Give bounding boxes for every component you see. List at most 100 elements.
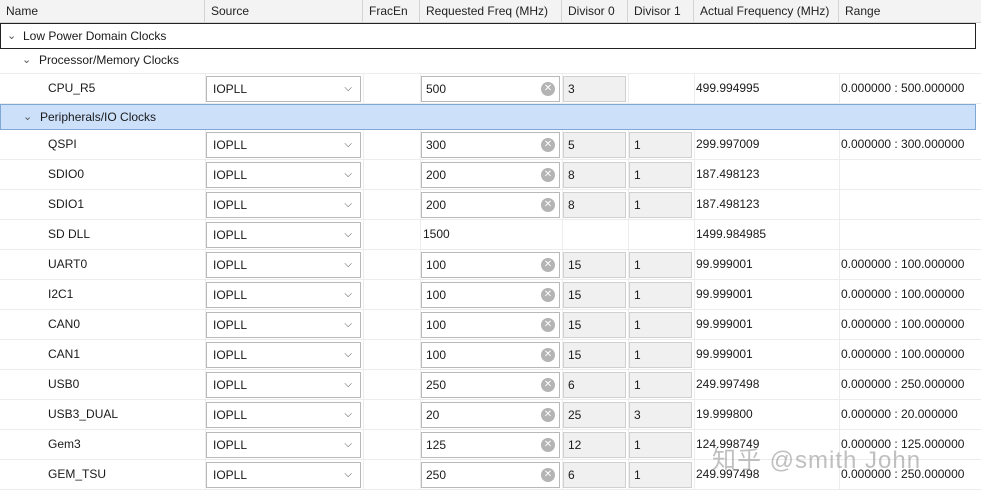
column-header-range[interactable]: Range <box>839 0 981 22</box>
requested-freq-value: 200 <box>426 168 447 182</box>
chevron-down-icon[interactable]: ⌵ <box>344 343 352 367</box>
source-select[interactable]: IOPLL ⌵ <box>206 252 361 278</box>
clear-icon[interactable]: ✕ <box>541 438 555 452</box>
chevron-down-icon[interactable]: ⌵ <box>344 223 352 247</box>
clock-name: SDIO0 <box>48 167 85 181</box>
divisor0-field: 15 <box>563 342 626 368</box>
requested-freq-value: 500 <box>426 82 447 96</box>
chevron-down-icon[interactable]: ⌵ <box>344 133 352 157</box>
column-header-source[interactable]: Source <box>205 0 363 22</box>
actual-frequency: 99.999001 <box>696 317 753 331</box>
source-select[interactable]: IOPLL ⌵ <box>206 282 361 308</box>
column-divider <box>363 280 364 309</box>
requested-freq-input[interactable]: 20 ✕ <box>421 402 560 428</box>
divisor0-field: 3 <box>563 76 626 102</box>
source-value: IOPLL <box>213 378 248 392</box>
clear-icon[interactable]: ✕ <box>541 288 555 302</box>
requested-freq-input[interactable]: 200 ✕ <box>421 192 560 218</box>
divisor0-value: 15 <box>568 318 582 332</box>
requested-freq-value: 20 <box>426 408 440 422</box>
clear-icon[interactable]: ✕ <box>541 348 555 362</box>
source-select[interactable]: IOPLL ⌵ <box>206 432 361 458</box>
source-select[interactable]: IOPLL ⌵ <box>206 132 361 158</box>
table-row[interactable]: SDIO1 IOPLL ⌵ 200 ✕ 8 1 187.498123 <box>0 190 981 220</box>
source-select[interactable]: IOPLL ⌵ <box>206 372 361 398</box>
column-header-name[interactable]: Name <box>0 0 205 22</box>
table-row[interactable]: CAN1 IOPLL ⌵ 100 ✕ 15 1 99.999001 0.000000 : 100… <box>0 340 981 370</box>
source-select[interactable]: IOPLL ⌵ <box>206 162 361 188</box>
source-value: IOPLL <box>213 258 248 272</box>
group-row-peripherals-io[interactable]: ⌄ Peripherals/IO Clocks <box>0 104 976 130</box>
source-select[interactable]: IOPLL ⌵ <box>206 192 361 218</box>
table-row[interactable]: I2C1 IOPLL ⌵ 100 ✕ 15 1 99.999001 0.000000 : 100… <box>0 280 981 310</box>
chevron-down-icon[interactable]: ⌄ <box>23 105 32 129</box>
requested-freq-value: 125 <box>426 438 447 452</box>
column-header-requested-freq[interactable]: Requested Freq (MHz) <box>420 0 562 22</box>
chevron-down-icon[interactable]: ⌵ <box>344 463 352 487</box>
range-value: 0.000000 : 100.000000 <box>841 257 965 271</box>
column-header-actual-freq[interactable]: Actual Frequency (MHz) <box>694 0 839 22</box>
source-select[interactable]: IOPLL ⌵ <box>206 462 361 488</box>
chevron-down-icon[interactable]: ⌵ <box>344 373 352 397</box>
source-select[interactable]: IOPLL ⌵ <box>206 402 361 428</box>
clear-icon[interactable]: ✕ <box>541 138 555 152</box>
source-select[interactable]: IOPLL ⌵ <box>206 76 361 102</box>
table-row[interactable]: CAN0 IOPLL ⌵ 100 ✕ 15 1 99.999001 0.000000 : 100… <box>0 310 981 340</box>
requested-freq-input[interactable]: 100 ✕ <box>421 312 560 338</box>
clear-icon[interactable]: ✕ <box>541 168 555 182</box>
range-value: 0.000000 : 100.000000 <box>841 317 965 331</box>
chevron-down-icon[interactable]: ⌵ <box>344 403 352 427</box>
requested-freq-input[interactable]: 250 ✕ <box>421 462 560 488</box>
source-select[interactable]: IOPLL ⌵ <box>206 312 361 338</box>
chevron-down-icon[interactable]: ⌄ <box>7 24 16 48</box>
requested-freq-input[interactable]: 300 ✕ <box>421 132 560 158</box>
chevron-down-icon[interactable]: ⌵ <box>344 77 352 101</box>
requested-freq-input[interactable]: 250 ✕ <box>421 372 560 398</box>
column-header-divisor1[interactable]: Divisor 1 <box>628 0 694 22</box>
column-header-divisor0[interactable]: Divisor 0 <box>562 0 628 22</box>
table-row[interactable]: UART0 IOPLL ⌵ 100 ✕ 15 1 99.999001 0.000000 : 10… <box>0 250 981 280</box>
requested-freq-input[interactable]: 125 ✕ <box>421 432 560 458</box>
clear-icon[interactable]: ✕ <box>541 258 555 272</box>
divisor0-field: 6 <box>563 372 626 398</box>
chevron-down-icon[interactable]: ⌵ <box>344 193 352 217</box>
group-row-low-power[interactable]: ⌄ Low Power Domain Clocks <box>0 23 976 49</box>
requested-freq-value: 1500 <box>423 227 450 241</box>
clear-icon[interactable]: ✕ <box>541 318 555 332</box>
requested-freq-input[interactable]: 500 ✕ <box>421 76 560 102</box>
column-divider <box>839 370 840 399</box>
requested-freq-input[interactable]: 100 ✕ <box>421 282 560 308</box>
source-select[interactable]: IOPLL ⌵ <box>206 342 361 368</box>
chevron-down-icon[interactable]: ⌵ <box>344 313 352 337</box>
source-select[interactable]: IOPLL ⌵ <box>206 222 361 248</box>
clock-name: CPU_R5 <box>48 81 96 95</box>
table-row[interactable]: SD DLL IOPLL ⌵ 1500 1499.984985 <box>0 220 981 250</box>
requested-freq-input[interactable]: 200 ✕ <box>421 162 560 188</box>
table-row[interactable]: USB0 IOPLL ⌵ 250 ✕ 6 1 249.997498 0.000000 : 250… <box>0 370 981 400</box>
column-header-fracen[interactable]: FracEn <box>363 0 420 22</box>
range-value: 0.000000 : 500.000000 <box>841 81 965 95</box>
clear-icon[interactable]: ✕ <box>541 408 555 422</box>
column-divider <box>363 250 364 279</box>
requested-freq-input[interactable]: 100 ✕ <box>421 252 560 278</box>
clear-icon[interactable]: ✕ <box>541 82 555 96</box>
requested-freq-input[interactable]: 100 ✕ <box>421 342 560 368</box>
table-row[interactable]: QSPI IOPLL ⌵ 300 ✕ 5 1 299.997009 0.000000 : 300… <box>0 130 981 160</box>
table-row[interactable]: USB3_DUAL IOPLL ⌵ 20 ✕ 25 3 19.999800 0.000000 :… <box>0 400 981 430</box>
chevron-down-icon[interactable]: ⌵ <box>344 163 352 187</box>
divisor0-field: 15 <box>563 252 626 278</box>
clear-icon[interactable]: ✕ <box>541 198 555 212</box>
table-row[interactable]: SDIO0 IOPLL ⌵ 200 ✕ 8 1 187.498123 <box>0 160 981 190</box>
clear-icon[interactable]: ✕ <box>541 378 555 392</box>
divisor0-value: 8 <box>568 168 575 182</box>
chevron-down-icon[interactable]: ⌵ <box>344 253 352 277</box>
clear-icon[interactable]: ✕ <box>541 468 555 482</box>
divisor1-field: 1 <box>629 372 692 398</box>
group-row-processor-memory[interactable]: ⌄ Processor/Memory Clocks <box>0 48 981 74</box>
chevron-down-icon[interactable]: ⌵ <box>344 433 352 457</box>
table-row[interactable]: CPU_R5 IOPLL ⌵ 500 ✕ 3 499.994995 0.000000 : 50… <box>0 74 981 104</box>
chevron-down-icon[interactable]: ⌄ <box>22 48 31 72</box>
column-divider <box>628 74 629 103</box>
column-divider <box>363 430 364 459</box>
chevron-down-icon[interactable]: ⌵ <box>344 283 352 307</box>
